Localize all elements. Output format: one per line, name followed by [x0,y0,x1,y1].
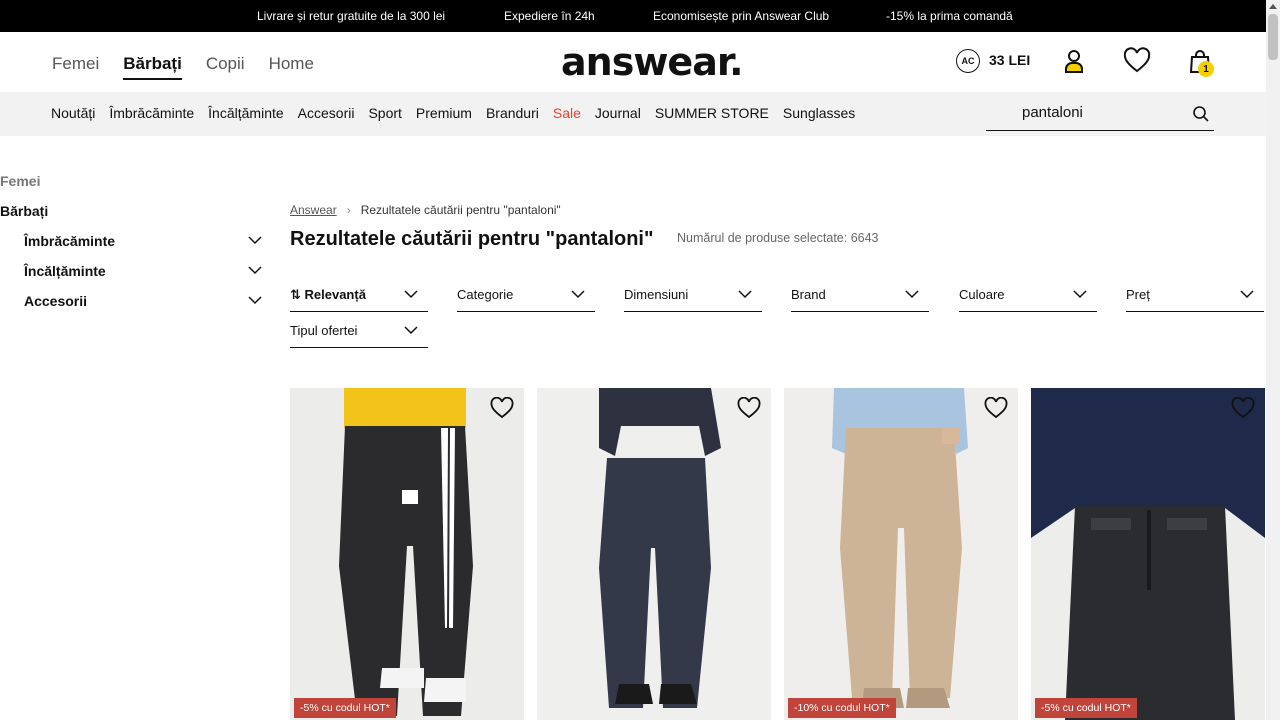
promo-shipping[interactable]: Expediere în 24h [504,9,595,23]
scrollbar-thumb[interactable] [1268,14,1278,60]
page-title: Rezultatele căutării pentru "pantaloni" [290,228,654,250]
discount-badge: -5% cu codul HOT* [294,698,396,718]
filter-color[interactable]: Culoare [959,282,1097,312]
filter-offer-type[interactable]: Tipul ofertei [290,318,428,348]
cart-count-badge: 1 [1198,61,1214,77]
gender-tab-men[interactable]: Bărbați [123,54,182,80]
sort-label: ⇅ Relevanță [290,287,366,302]
product-card[interactable]: -10% cu codul HOT* [784,388,1018,720]
account-icon[interactable] [1060,47,1088,75]
site-logo[interactable]: answear. [561,40,744,84]
chevron-down-icon[interactable] [248,265,262,275]
category-clothing[interactable]: Îmbrăcăminte [109,105,194,121]
breadcrumb-separator-icon: › [346,203,351,217]
filter-brand[interactable]: Brand [791,282,929,312]
product-image[interactable] [537,388,771,720]
filter-label: Culoare [959,287,1005,302]
wishlist-heart-icon[interactable] [1123,47,1151,75]
filter-price[interactable]: Preț [1126,282,1264,312]
gender-tab-women[interactable]: Femei [52,54,99,80]
product-image[interactable] [290,388,524,720]
product-count: Numărul de produse selectate: 6643 [677,231,879,245]
gender-nav: Femei Bărbați Copii Home [52,54,314,80]
chevron-down-icon [905,290,919,299]
gender-tab-kids[interactable]: Copii [206,54,245,80]
sidebar-item-accessories[interactable]: Accesorii [0,293,270,323]
filter-label: Categorie [457,287,514,302]
filter-label: Dimensiuni [624,287,689,302]
filter-category[interactable]: Categorie [457,282,595,312]
search-box [986,98,1214,131]
chevron-down-icon [404,326,418,335]
category-journal[interactable]: Journal [595,105,641,121]
search-icon[interactable] [1192,105,1210,123]
filter-label: Preț [1126,287,1150,302]
category-new[interactable]: Noutăți [51,105,95,121]
chevron-down-icon [738,290,752,299]
breadcrumb: Answear › Rezultatele căutării pentru "p… [290,203,561,217]
sidebar-item-clothing[interactable]: Îmbrăcăminte [0,233,270,263]
answear-club-icon[interactable]: AC [956,49,980,73]
category-sport[interactable]: Sport [368,105,401,121]
filter-size[interactable]: Dimensiuni [624,282,762,312]
discount-badge: -5% cu codul HOT* [1035,698,1137,718]
search-input[interactable] [1022,104,1182,121]
discount-badge: -10% cu codul HOT* [788,698,896,718]
category-brands[interactable]: Branduri [486,105,539,121]
chevron-down-icon [1240,290,1254,299]
breadcrumb-current: Rezultatele căutării pentru "pantaloni" [360,203,561,217]
promo-first-order[interactable]: -15% la prima comandă [886,9,1013,23]
club-balance[interactable]: 33 LEI [989,52,1030,68]
sort-dropdown[interactable]: ⇅ Relevanță [290,282,428,312]
scroll-up-arrow-icon[interactable] [1269,4,1277,9]
category-shoes[interactable]: Încălțăminte [208,105,283,121]
sidebar-item-shoes[interactable]: Încălțăminte [0,263,270,293]
promo-free-delivery[interactable]: Livrare și retur gratuite de la 300 lei [257,9,445,23]
product-card[interactable] [537,388,771,720]
sidebar-item-men[interactable]: Bărbați [0,203,270,233]
category-sale[interactable]: Sale [553,105,581,121]
wishlist-heart-icon[interactable] [737,397,761,419]
category-accessories[interactable]: Accesorii [298,105,355,121]
chevron-down-icon [1073,290,1087,299]
sidebar-filters: Femei Bărbați Îmbrăcăminte Încălțăminte … [0,173,270,323]
breadcrumb-home-link[interactable]: Answear [290,203,337,217]
promo-bar: Livrare și retur gratuite de la 300 lei … [0,0,1266,32]
category-sunglasses[interactable]: Sunglasses [783,105,855,121]
gender-tab-home[interactable]: Home [269,54,314,80]
sidebar-item-women[interactable]: Femei [0,173,270,203]
wishlist-heart-icon[interactable] [984,397,1008,419]
category-bar: Noutăți Îmbrăcăminte Încălțăminte Acceso… [0,92,1266,136]
product-card[interactable]: -5% cu codul HOT* [290,388,524,720]
category-premium[interactable]: Premium [416,105,472,121]
product-image[interactable] [1031,388,1265,720]
wishlist-heart-icon[interactable] [1231,397,1255,419]
sidebar-item-label: Accesorii [24,293,88,309]
filter-label: Brand [791,287,826,302]
wishlist-heart-icon[interactable] [490,397,514,419]
chevron-down-icon [404,290,418,299]
chevron-down-icon[interactable] [248,295,262,305]
category-nav: Noutăți Îmbrăcăminte Încălțăminte Acceso… [51,105,855,121]
product-card[interactable]: -5% cu codul HOT* [1031,388,1265,720]
category-summer-store[interactable]: SUMMER STORE [655,105,769,121]
page-scrollbar[interactable] [1266,0,1280,720]
promo-club[interactable]: Economisește prin Answear Club [653,9,829,23]
product-image[interactable] [784,388,1018,720]
chevron-down-icon[interactable] [248,235,262,245]
sidebar-item-label: Îmbrăcăminte [24,233,116,249]
filter-label: Tipul ofertei [290,323,358,338]
sidebar-item-label: Încălțăminte [24,263,106,279]
chevron-down-icon [571,290,585,299]
